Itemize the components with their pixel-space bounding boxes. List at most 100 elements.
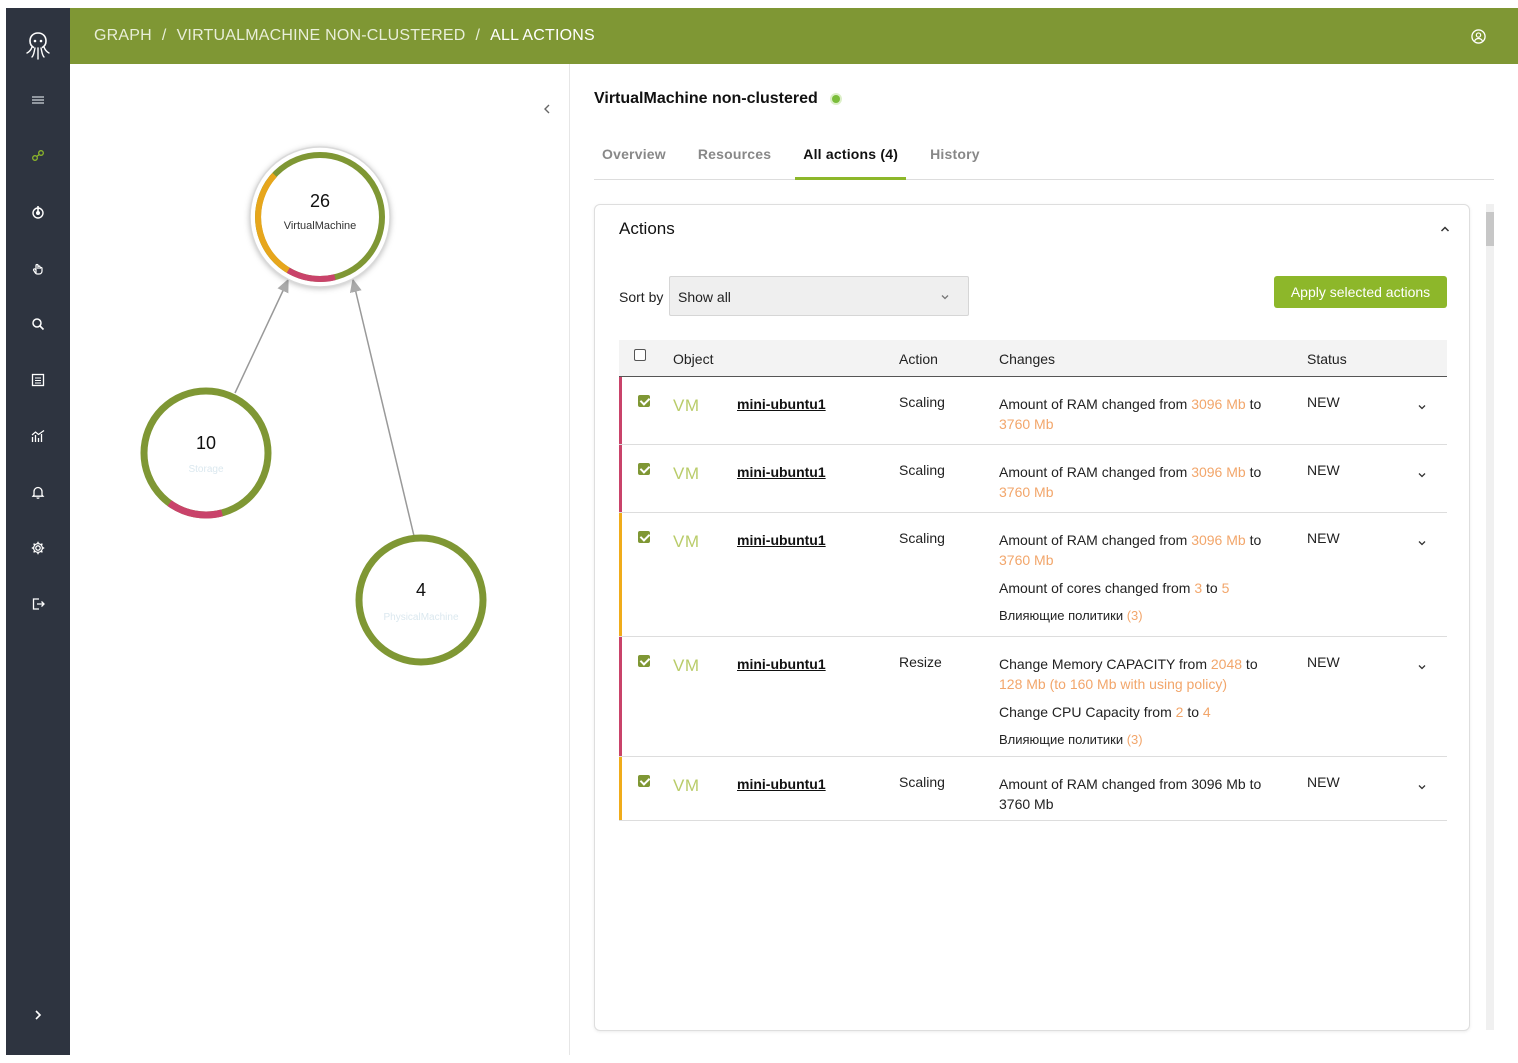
severity-bar [619,445,622,512]
changes-cell: Change Memory CAPACITY from 2048 to 128 … [999,654,1284,758]
sidebar [6,8,70,1055]
row-checkbox[interactable] [638,463,650,475]
row-checkbox[interactable] [638,531,650,543]
graph-pane: 26 VirtualMachine 10 Storage 4 PhysicalM… [70,64,570,1055]
select-all-checkbox[interactable] [634,349,646,361]
status-indicator [831,95,840,103]
expand-row-chevron-icon[interactable] [1417,662,1427,672]
hand-icon[interactable] [28,258,48,278]
analytics-icon[interactable] [28,426,48,446]
changes-cell: Amount of RAM changed from 3096 Mb to 37… [999,774,1284,822]
actions-title: Actions [619,219,675,238]
change-line: Amount of cores changed from 3 to 5 [999,580,1230,596]
breadcrumb-separator: / [475,27,481,44]
column-header-status: Status [1307,351,1347,367]
sort-label: Sort by [619,289,664,305]
node-count: 26 [310,191,330,211]
severity-bar [619,377,622,444]
change-line: Change CPU Capacity from 2 to 4 [999,704,1211,720]
user-account-icon[interactable] [1471,29,1486,44]
row-checkbox[interactable] [638,655,650,667]
severity-bar [619,637,622,756]
action-type: Scaling [899,774,945,790]
graph-node-storage[interactable]: 10 Storage [140,387,272,519]
chevron-right-icon[interactable] [28,1005,48,1025]
object-link[interactable]: mini-ubuntu1 [737,396,826,412]
node-label: Storage [188,464,223,475]
expand-row-chevron-icon[interactable] [1417,470,1427,480]
object-link[interactable]: mini-ubuntu1 [737,776,826,792]
row-checkbox[interactable] [638,395,650,407]
row-checkbox[interactable] [638,775,650,787]
severity-bar [619,757,622,820]
changes-cell: Amount of RAM changed from 3096 Mb to 37… [999,394,1284,442]
node-count: 4 [416,580,426,600]
change-line: Amount of RAM changed from 3096 Mb to 37… [999,464,1262,500]
scrollbar-track[interactable] [1486,204,1494,1030]
table-header: Object Action Changes Status [619,340,1447,377]
search-icon[interactable] [28,314,48,334]
object-type-badge: VM [673,464,700,483]
actions-card: Actions Sort by Show all Apply selected … [594,204,1470,1031]
logout-icon[interactable] [28,594,48,614]
breadcrumb-separator: / [161,27,167,44]
change-line: Amount of RAM changed from 3096 Mb to 37… [999,396,1262,432]
column-header-object: Object [673,351,714,367]
action-type: Resize [899,654,942,670]
edge-physical-to-vm [349,278,415,537]
expand-row-chevron-icon[interactable] [1417,538,1427,548]
object-link[interactable]: mini-ubuntu1 [737,464,826,480]
action-row: VM mini-ubuntu1 Scaling Amount of RAM chang… [619,377,1447,445]
action-type: Scaling [899,394,945,410]
tab-resources[interactable]: Resources [690,134,779,180]
change-line: Amount of RAM changed from 3096 Mb to 37… [999,532,1262,568]
tab-overview[interactable]: Overview [594,134,674,180]
gear-icon[interactable] [28,538,48,558]
expand-row-chevron-icon[interactable] [1417,782,1427,792]
action-row: VM mini-ubuntu1 Resize Change Memory CAPACI… [619,637,1447,757]
list-icon[interactable] [28,370,48,390]
app-window: GRAPH / VIRTUALMACHINE NON-CLUSTERED / A… [6,8,1518,1055]
scrollbar-thumb[interactable] [1486,212,1494,246]
node-count: 10 [196,433,216,453]
action-row: VM mini-ubuntu1 Scaling Amount of RAM chang… [619,445,1447,513]
octopus-logo-icon[interactable] [24,30,52,62]
graph-icon[interactable] [28,146,48,166]
sort-select-value: Show all [678,289,731,305]
column-header-changes: Changes [999,351,1056,367]
change-line: Amount of RAM changed from 3096 Mb to 37… [999,776,1262,812]
expand-row-chevron-icon[interactable] [1417,402,1427,412]
status-text: NEW [1307,774,1340,790]
tab-history[interactable]: History [922,134,988,180]
status-text: NEW [1307,530,1340,546]
status-text: NEW [1307,462,1340,478]
bell-icon[interactable] [28,482,48,502]
graph-node-virtualmachine[interactable]: 26 VirtualMachine [249,146,391,288]
breadcrumb-vm-non-clustered[interactable]: VIRTUALMACHINE NON-CLUSTERED [177,27,466,45]
change-line: Change Memory CAPACITY from 2048 to 128 … [999,656,1258,692]
status-text: NEW [1307,394,1340,410]
object-type-badge: VM [673,532,700,551]
severity-bar [619,513,622,636]
status-text: NEW [1307,654,1340,670]
policy-line[interactable]: Влияющие политики (3) [999,730,1284,750]
layers-icon[interactable] [28,90,48,110]
chevron-down-icon [941,295,949,300]
power-icon[interactable] [28,202,48,222]
object-link[interactable]: mini-ubuntu1 [737,532,826,548]
chevron-up-icon[interactable] [1439,223,1451,235]
graph-node-physicalmachine[interactable]: 4 PhysicalMachine [355,534,487,666]
action-row: VM mini-ubuntu1 Scaling Amount of RAM chang… [619,513,1447,637]
object-type-badge: VM [673,396,700,415]
action-type: Scaling [899,462,945,478]
object-type-badge: VM [673,656,700,675]
changes-cell: Amount of RAM changed from 3096 Mb to 37… [999,462,1284,510]
apply-selected-actions-button[interactable]: Apply selected actions [1274,276,1447,308]
breadcrumb: GRAPH / VIRTUALMACHINE NON-CLUSTERED / A… [94,27,595,45]
action-type: Scaling [899,530,945,546]
breadcrumb-graph[interactable]: GRAPH [94,27,152,45]
policy-line[interactable]: Влияющие политики (3) [999,606,1284,626]
sort-select[interactable]: Show all [669,276,969,316]
object-link[interactable]: mini-ubuntu1 [737,656,826,672]
tab-all-actions[interactable]: All actions (4) [795,134,907,180]
